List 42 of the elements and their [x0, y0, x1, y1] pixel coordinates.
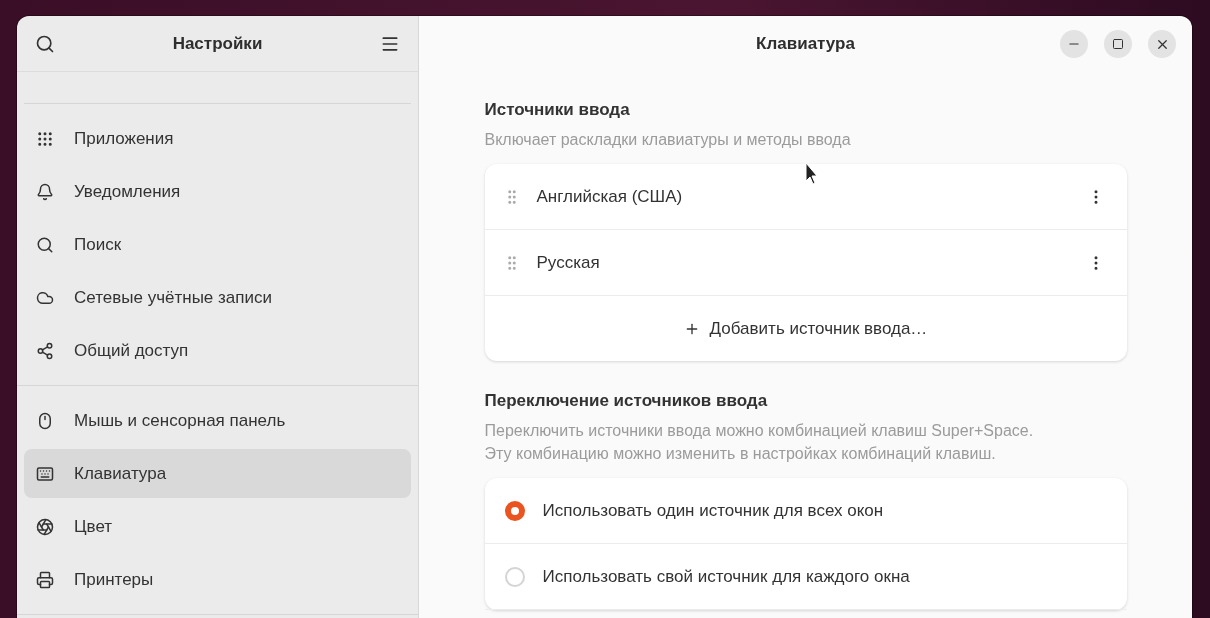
- sidebar-item[interactable]: Принтеры: [24, 555, 411, 604]
- sidebar-item[interactable]: Мышь и сенсорная панель: [24, 396, 411, 445]
- sidebar-label: Уведомления: [74, 181, 181, 202]
- sidebar-label: Цвет: [74, 516, 113, 537]
- section-description: Включает раскладки клавиатуры и методы ввода: [484, 130, 852, 150]
- sidebar-label: Сетевые учётные записи: [74, 287, 272, 308]
- sidebar-item[interactable]: Общий доступ: [24, 326, 411, 375]
- option-label: Использовать один источник для всех окон: [542, 500, 884, 521]
- sidebar-item[interactable]: Приложения: [24, 114, 411, 163]
- aperture-icon: [36, 517, 54, 536]
- section-heading: Источники ввода: [484, 100, 631, 120]
- sidebar-item[interactable]: Цвет: [24, 502, 411, 551]
- sidebar-item[interactable]: Уведомления: [24, 167, 411, 216]
- sidebar-item[interactable]: Поиск: [24, 220, 411, 269]
- keyboard-icon: [36, 464, 54, 483]
- section-description: Переключить источники ввода можно комбинацией клавиш Super+Space. Эту комбинацию можно изменить в настройках комбинаций клавиш.: [484, 421, 1035, 464]
- sidebar-label: Приложения: [74, 128, 174, 149]
- page-title: Клавиатура: [756, 33, 855, 54]
- close-button[interactable]: [1148, 30, 1176, 58]
- sidebar-label: Клавиатура: [74, 463, 167, 484]
- sidebar-label: Поиск: [74, 234, 122, 255]
- sidebar-item[interactable]: Клавиатура: [24, 449, 411, 498]
- sidebar-item[interactable]: Сетевые учётные записи: [24, 273, 411, 322]
- maximize-icon: [1112, 38, 1124, 50]
- bell-icon: [36, 182, 54, 201]
- source-label: Английская (США): [536, 186, 683, 207]
- add-source-button[interactable]: Добавить источник ввода…: [484, 296, 1127, 361]
- grid-icon: [36, 129, 54, 148]
- section-heading: Переключение источников ввода: [484, 391, 769, 411]
- search-button[interactable]: [35, 33, 55, 54]
- sidebar-label: Мышь и сенсорная панель: [74, 410, 286, 431]
- maximize-button[interactable]: [1104, 30, 1132, 58]
- mouse-icon: [36, 411, 54, 430]
- share-icon: [36, 341, 54, 360]
- sidebar-title: Настройки: [172, 33, 263, 54]
- sidebar-label: Общий доступ: [74, 340, 189, 361]
- search-icon: [36, 235, 54, 254]
- printer-icon: [36, 570, 54, 589]
- source-label: Русская: [536, 252, 600, 273]
- sidebar-label: Принтеры: [74, 569, 154, 590]
- radio-button[interactable]: [504, 500, 525, 521]
- option-label: Использовать свой источник для каждого окна: [542, 566, 910, 587]
